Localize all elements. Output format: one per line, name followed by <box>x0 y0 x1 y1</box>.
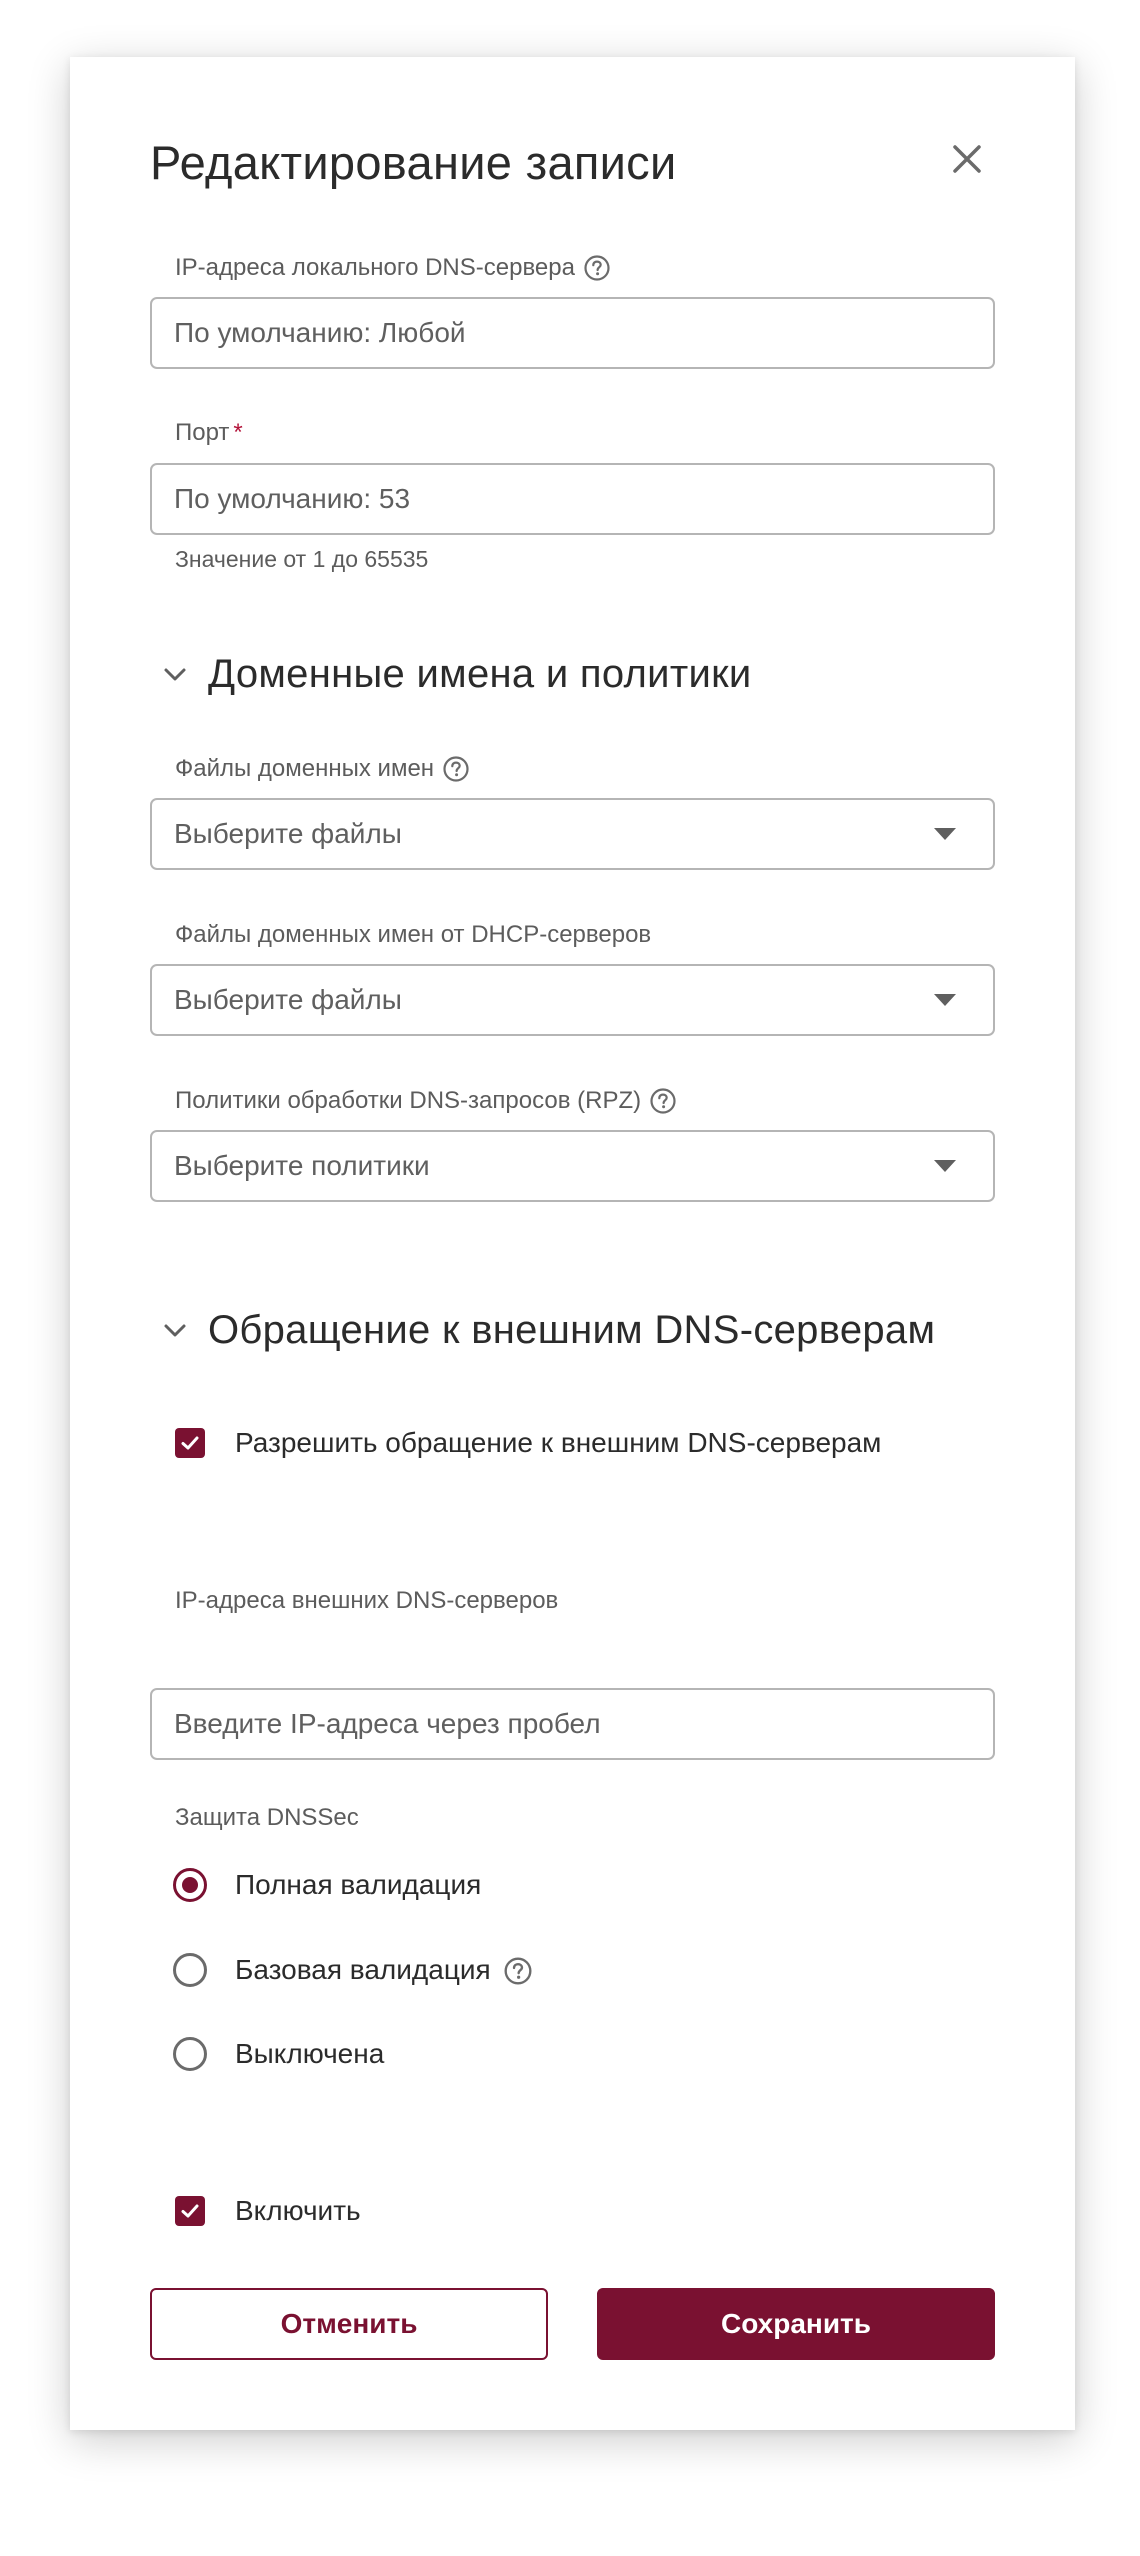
caret-down-icon <box>933 1159 957 1173</box>
check-icon <box>181 2204 199 2218</box>
dhcp-files-select[interactable]: Выберите файлы <box>150 964 995 1036</box>
close-button[interactable] <box>945 137 989 181</box>
allow-external-label: Разрешить обращение к внешним DNS-сервер… <box>235 1427 882 1458</box>
dnssec-option-off[interactable]: Выключена <box>173 2037 384 2071</box>
enable-checkbox-row[interactable]: Включить <box>175 2195 361 2227</box>
external-ips-input[interactable] <box>150 1688 995 1760</box>
domain-files-value: Выберите файлы <box>174 818 402 849</box>
check-icon <box>181 1436 199 1450</box>
dnssec-option-label: Полная валидация <box>235 1869 482 1900</box>
external-section-header[interactable]: Обращение к внешним DNS-серверам <box>160 1308 935 1353</box>
rpz-label-text: Политики обработки DNS-запросов (RPZ) <box>175 1087 642 1114</box>
close-icon <box>945 137 989 181</box>
help-circle-icon[interactable] <box>649 1087 677 1115</box>
cancel-button[interactable]: Отменить <box>150 2288 548 2360</box>
edit-record-dialog: Редактирование записи IP-адреса локально… <box>70 57 1075 2430</box>
rpz-value: Выберите политики <box>174 1150 430 1181</box>
external-ips-label-text: IP-адреса внешних DNS-серверов <box>175 1587 559 1614</box>
enable-checkbox[interactable] <box>175 2196 205 2226</box>
caret-down-icon <box>933 827 957 841</box>
radio-disabled[interactable] <box>173 2037 207 2071</box>
help-circle-icon[interactable] <box>442 755 470 783</box>
domain-files-select[interactable]: Выберите файлы <box>150 798 995 870</box>
enable-label: Включить <box>235 2195 361 2226</box>
dnssec-option-label: Базовая валидация <box>235 1954 491 1985</box>
dnssec-option-label: Выключена <box>235 2038 385 2069</box>
chevron-down-icon <box>160 1316 190 1346</box>
radio-basic-validation[interactable] <box>173 1953 207 1987</box>
help-circle-icon[interactable] <box>583 254 611 282</box>
port-hint: Значение от 1 до 65535 <box>175 546 429 572</box>
local-dns-label: IP-адреса локального DNS-сервера <box>175 253 611 283</box>
domains-section-header[interactable]: Доменные имена и политики <box>160 652 752 697</box>
chevron-down-icon <box>160 660 190 690</box>
dnssec-option-full[interactable]: Полная валидация <box>173 1868 481 1902</box>
local-dns-input[interactable] <box>150 297 995 369</box>
rpz-label: Политики обработки DNS-запросов (RPZ) <box>175 1086 677 1116</box>
dnssec-label-text: Защита DNSSec <box>175 1804 359 1831</box>
dhcp-files-label: Файлы доменных имен от DHCP-серверов <box>175 920 651 950</box>
dhcp-files-value: Выберите файлы <box>174 984 402 1015</box>
radio-full-validation[interactable] <box>173 1868 207 1902</box>
save-button[interactable]: Сохранить <box>597 2288 995 2360</box>
dhcp-files-label-text: Файлы доменных имен от DHCP-серверов <box>175 921 652 948</box>
port-label-text: Порт <box>175 419 230 446</box>
domain-files-label-text: Файлы доменных имен <box>175 755 435 782</box>
required-mark: * <box>233 419 243 446</box>
local-dns-label-text: IP-адреса локального DNS-сервера <box>175 254 575 281</box>
external-section-title: Обращение к внешним DNS-серверам <box>208 1308 936 1352</box>
dnssec-option-basic[interactable]: Базовая валидация <box>173 1953 532 1987</box>
port-label: Порт * <box>175 418 243 448</box>
allow-external-checkbox-row[interactable]: Разрешить обращение к внешним DNS-сервер… <box>175 1427 881 1459</box>
help-circle-icon[interactable] <box>503 1956 532 1985</box>
domain-files-label: Файлы доменных имен <box>175 754 470 784</box>
external-ips-label: IP-адреса внешних DNS-серверов <box>175 1586 558 1616</box>
caret-down-icon <box>933 993 957 1007</box>
rpz-select[interactable]: Выберите политики <box>150 1130 995 1202</box>
dnssec-option-basic-wrap: Базовая валидация <box>235 1954 532 1986</box>
dialog-title: Редактирование записи <box>150 136 677 189</box>
allow-external-checkbox[interactable] <box>175 1428 205 1458</box>
port-input[interactable] <box>150 463 995 535</box>
domains-section-title: Доменные имена и политики <box>208 652 752 696</box>
dnssec-label: Защита DNSSec <box>175 1803 359 1833</box>
